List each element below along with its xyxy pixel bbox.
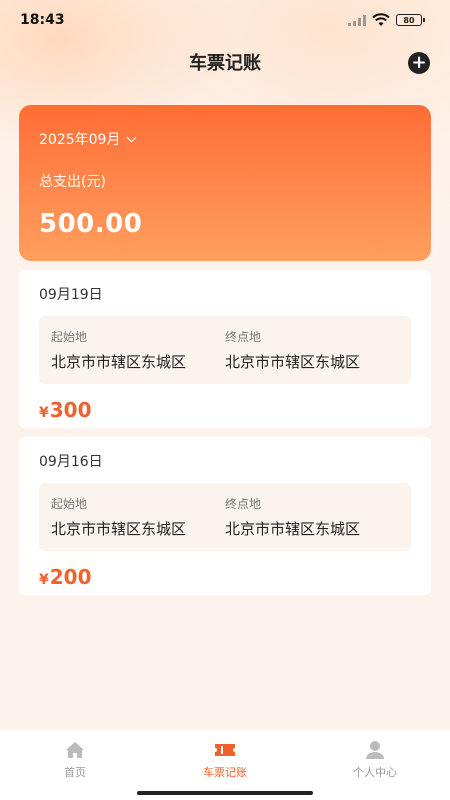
tab-ticket-records[interactable]: 车票记账 [150,730,300,786]
add-record-button[interactable]: + [408,52,430,74]
origin-value: 北京市市辖区东城区 [51,353,187,371]
tab-label: 车票记账 [203,766,247,779]
home-indicator [137,791,313,795]
destination-label: 终点地 [225,497,262,511]
origin-column: 起始地 北京市市辖区东城区 [51,495,225,539]
chevron-down-icon [127,132,137,142]
user-icon [366,741,384,759]
route-box: 起始地 北京市市辖区东城区 终点地 北京市市辖区东城区 [39,316,411,384]
wifi-icon [372,13,390,26]
destination-value: 北京市市辖区东城区 [225,520,361,538]
status-bar: 18:43 80 [0,0,450,40]
summary-card: 2025年09月 总支出(元) 500.00 [19,105,431,261]
battery-icon: 80 [396,14,425,26]
currency-symbol: ¥ [39,572,49,588]
record-card[interactable]: 09月19日 起始地 北京市市辖区东城区 终点地 北京市市辖区东城区 ¥300 [19,270,431,428]
destination-column: 终点地 北京市市辖区东城区 [225,495,399,539]
ticket-icon [215,744,235,756]
currency-symbol: ¥ [39,405,49,421]
page-header: 车票记账 + [0,44,450,80]
destination-value: 北京市市辖区东城区 [225,353,361,371]
amount-value: 300 [49,398,92,422]
signal-icon [348,14,366,26]
total-expense-amount: 500.00 [39,209,143,239]
record-date: 09月16日 [39,454,103,470]
record-date: 09月19日 [39,287,103,303]
tab-home[interactable]: 首页 [0,730,150,786]
tab-label: 首页 [64,766,86,779]
route-box: 起始地 北京市市辖区东城区 终点地 北京市市辖区东城区 [39,483,411,551]
destination-column: 终点地 北京市市辖区东城区 [225,328,399,372]
record-amount: ¥200 [39,565,411,589]
total-expense-label: 总支出(元) [39,174,106,190]
tab-profile[interactable]: 个人中心 [300,730,450,786]
page-title: 车票记账 [189,53,261,74]
month-selector[interactable]: 2025年09月 [39,129,411,149]
battery-level: 80 [403,15,415,25]
record-card[interactable]: 09月16日 起始地 北京市市辖区东城区 终点地 北京市市辖区东城区 ¥200 [19,437,431,595]
home-icon [66,742,84,758]
origin-value: 北京市市辖区东城区 [51,520,187,538]
status-time: 18:43 [20,12,65,28]
origin-label: 起始地 [51,330,88,344]
tab-label: 个人中心 [353,766,397,779]
origin-column: 起始地 北京市市辖区东城区 [51,328,225,372]
month-value: 2025年09月 [39,132,121,148]
plus-circle-icon: + [411,52,427,73]
destination-label: 终点地 [225,330,262,344]
amount-value: 200 [49,565,92,589]
status-icons: 80 [348,13,425,27]
bottom-tab-bar: 首页 车票记账 个人中心 [0,730,450,786]
record-amount: ¥300 [39,398,411,422]
origin-label: 起始地 [51,497,88,511]
